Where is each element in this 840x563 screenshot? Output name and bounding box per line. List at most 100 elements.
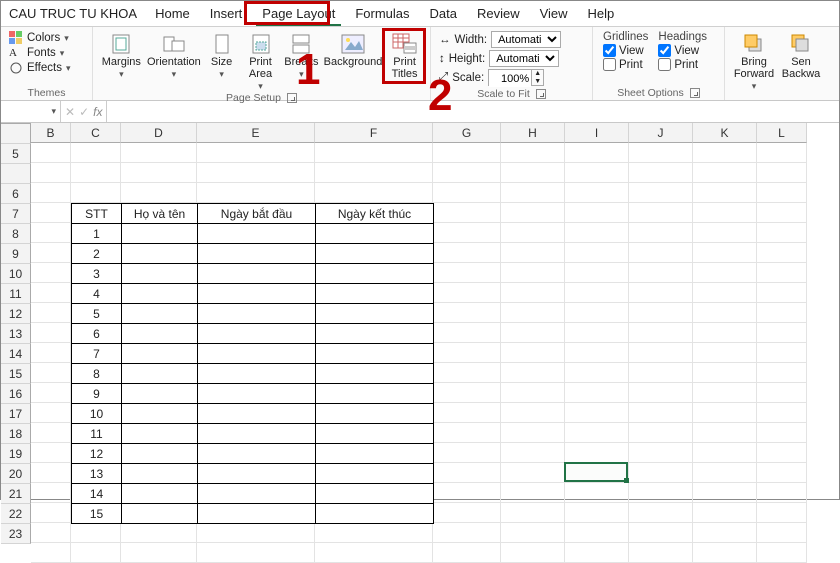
table-cell[interactable]: 13	[72, 464, 122, 484]
cell[interactable]	[693, 243, 757, 263]
cell[interactable]	[757, 163, 807, 183]
table-cell[interactable]	[122, 304, 198, 324]
cell[interactable]	[565, 403, 629, 423]
row-header[interactable]: 17	[1, 404, 31, 424]
cell[interactable]	[629, 183, 693, 203]
width-select[interactable]: Automatic	[491, 31, 561, 48]
cell[interactable]	[501, 463, 565, 483]
cell[interactable]	[433, 243, 501, 263]
cell[interactable]	[757, 283, 807, 303]
cell[interactable]	[501, 423, 565, 443]
table-cell[interactable]: 11	[72, 424, 122, 444]
cell[interactable]	[757, 223, 807, 243]
cell[interactable]	[629, 343, 693, 363]
cell[interactable]	[433, 183, 501, 203]
cell[interactable]	[315, 143, 433, 163]
cell[interactable]	[693, 523, 757, 543]
table-cell[interactable]	[198, 364, 316, 384]
row-header[interactable]: 20	[1, 464, 31, 484]
cell[interactable]	[565, 223, 629, 243]
cell[interactable]	[565, 523, 629, 543]
cell[interactable]	[565, 483, 629, 503]
cell[interactable]	[433, 363, 501, 383]
cell[interactable]	[757, 343, 807, 363]
row-header[interactable]: 18	[1, 424, 31, 444]
row-header[interactable]: 9	[1, 244, 31, 264]
column-header-L[interactable]: L	[757, 123, 807, 143]
tab-help[interactable]: Help	[578, 1, 625, 26]
column-header-E[interactable]: E	[197, 123, 315, 143]
cell[interactable]	[629, 523, 693, 543]
cell[interactable]	[121, 183, 197, 203]
cell[interactable]	[433, 463, 501, 483]
cell[interactable]	[31, 183, 71, 203]
cell[interactable]	[31, 343, 71, 363]
cell[interactable]	[757, 363, 807, 383]
table-cell[interactable]	[198, 264, 316, 284]
cell[interactable]	[197, 183, 315, 203]
cell[interactable]	[501, 183, 565, 203]
cell[interactable]	[757, 203, 807, 223]
cell[interactable]	[501, 283, 565, 303]
table-cell[interactable]	[198, 404, 316, 424]
table-cell[interactable]	[198, 504, 316, 524]
table-cell[interactable]: 4	[72, 284, 122, 304]
cell[interactable]	[757, 523, 807, 543]
table-cell[interactable]	[316, 464, 434, 484]
cell[interactable]	[501, 243, 565, 263]
cell[interactable]	[433, 423, 501, 443]
cell[interactable]	[501, 163, 565, 183]
cell[interactable]	[565, 203, 629, 223]
enter-icon[interactable]: ✓	[79, 105, 89, 119]
cell[interactable]	[501, 363, 565, 383]
tab-formulas[interactable]: Formulas	[345, 1, 419, 26]
cell[interactable]	[31, 463, 71, 483]
themes-effects-button[interactable]: Effects▾	[9, 61, 70, 75]
orientation-button[interactable]: Orientation▾	[146, 29, 202, 80]
cell[interactable]	[433, 443, 501, 463]
cell[interactable]	[693, 203, 757, 223]
column-header-I[interactable]: I	[565, 123, 629, 143]
table-cell[interactable]	[122, 504, 198, 524]
cell[interactable]	[501, 503, 565, 523]
table-cell[interactable]	[198, 324, 316, 344]
cell[interactable]	[693, 303, 757, 323]
cell[interactable]	[433, 343, 501, 363]
cell[interactable]	[565, 443, 629, 463]
table-cell[interactable]	[122, 344, 198, 364]
cell[interactable]	[31, 143, 71, 163]
row-header[interactable]	[1, 164, 31, 184]
table-cell[interactable]	[316, 264, 434, 284]
cell[interactable]	[565, 283, 629, 303]
table-cell[interactable]	[198, 424, 316, 444]
table-cell[interactable]	[122, 244, 198, 264]
cell[interactable]	[757, 423, 807, 443]
cell[interactable]	[757, 463, 807, 483]
table-cell[interactable]: 5	[72, 304, 122, 324]
cell[interactable]	[433, 503, 501, 523]
themes-fonts-button[interactable]: A Fonts▾	[9, 47, 70, 59]
cell[interactable]	[693, 223, 757, 243]
gridlines-view-checkbox[interactable]: View	[603, 44, 648, 57]
cell[interactable]	[315, 523, 433, 543]
cell[interactable]	[501, 303, 565, 323]
table-cell[interactable]	[122, 224, 198, 244]
cell[interactable]	[757, 403, 807, 423]
table-cell[interactable]	[122, 364, 198, 384]
table-cell[interactable]	[198, 284, 316, 304]
cell[interactable]	[31, 283, 71, 303]
table-cell[interactable]: 12	[72, 444, 122, 464]
row-header[interactable]: 12	[1, 304, 31, 324]
cell[interactable]	[501, 543, 565, 563]
cell[interactable]	[31, 363, 71, 383]
cell[interactable]	[629, 283, 693, 303]
cell[interactable]	[693, 163, 757, 183]
column-header-B[interactable]: B	[31, 123, 71, 143]
cell[interactable]	[501, 203, 565, 223]
row-header[interactable]: 11	[1, 284, 31, 304]
cell[interactable]	[31, 443, 71, 463]
table-header[interactable]: Ngày bắt đầu	[198, 204, 316, 224]
column-header-D[interactable]: D	[121, 123, 197, 143]
row-header[interactable]: 7	[1, 204, 31, 224]
cell[interactable]	[501, 403, 565, 423]
